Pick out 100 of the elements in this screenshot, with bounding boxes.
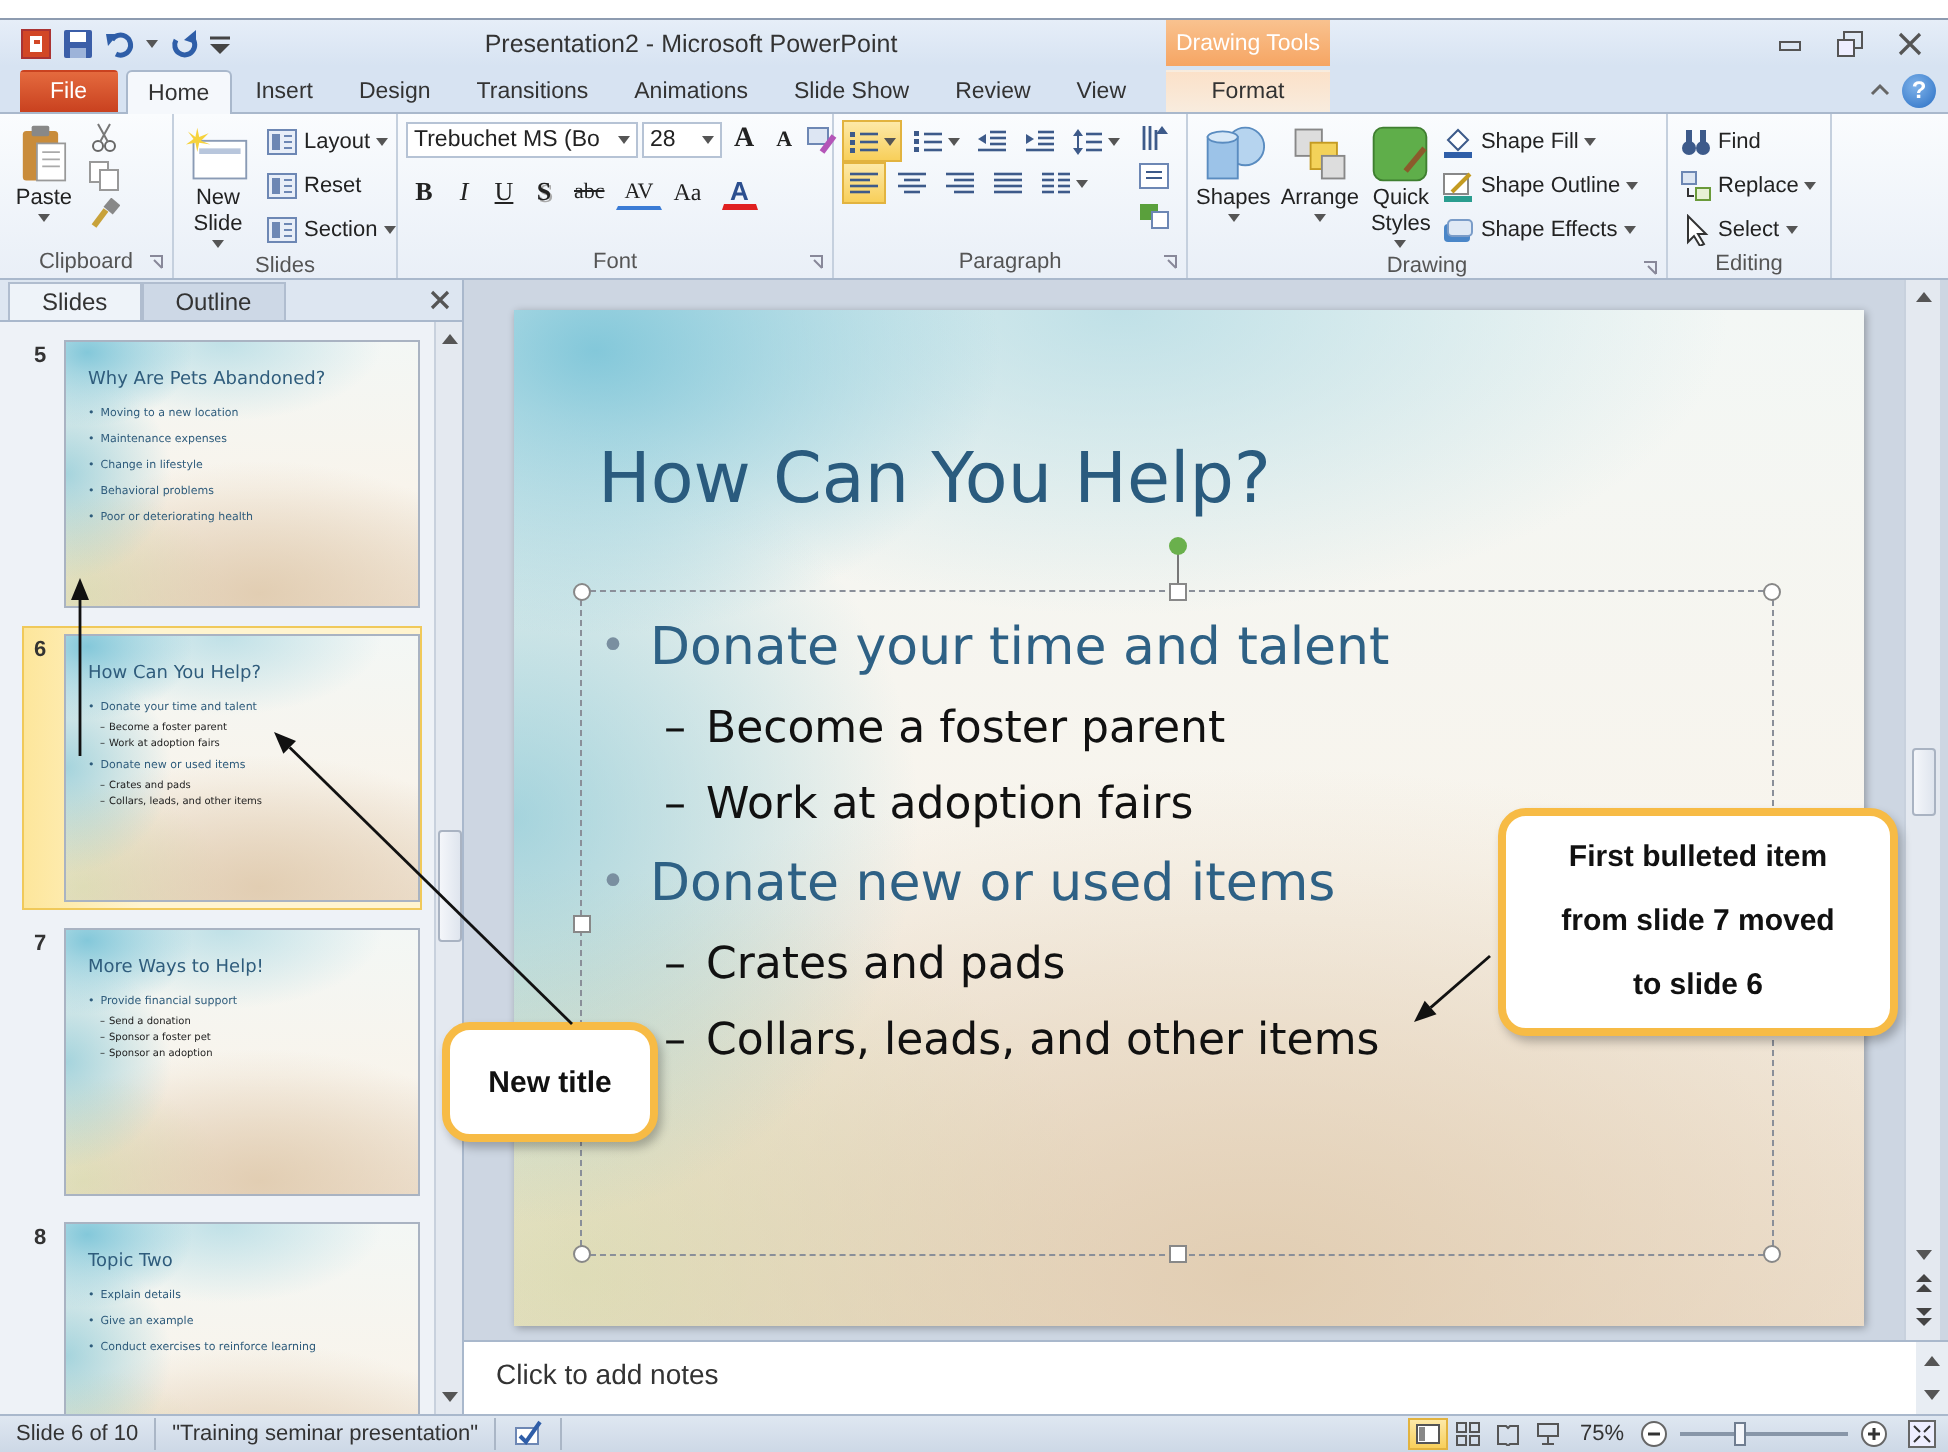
- zoom-in-icon[interactable]: [1860, 1420, 1888, 1448]
- undo-icon[interactable]: [104, 27, 136, 59]
- resize-handle[interactable]: [1168, 1245, 1186, 1263]
- save-icon[interactable]: [62, 27, 94, 59]
- scroll-up-icon[interactable]: [1924, 1356, 1940, 1366]
- shape-outline-button[interactable]: Shape Outline: [1438, 166, 1643, 204]
- shapes-icon: [1201, 124, 1266, 184]
- resize-handle[interactable]: [573, 914, 591, 932]
- scroll-up-icon[interactable]: [1915, 292, 1931, 302]
- quick-styles-button[interactable]: Quick Styles: [1364, 120, 1437, 252]
- spell-check-icon[interactable]: [512, 1418, 545, 1450]
- ribbon-tab[interactable]: File: [20, 70, 118, 112]
- layout-button[interactable]: Layout: [262, 122, 393, 160]
- resize-handle[interactable]: [1763, 583, 1781, 601]
- scrollbar[interactable]: [434, 322, 462, 1414]
- arrow: [1414, 954, 1491, 1022]
- format-button[interactable]: B: [406, 172, 442, 212]
- scroll-thumb[interactable]: [437, 830, 461, 942]
- ribbon-tab[interactable]: View: [1053, 70, 1149, 112]
- rotation-handle[interactable]: [1167, 536, 1187, 584]
- caret-icon[interactable]: [146, 39, 158, 47]
- format-button[interactable]: S: [526, 172, 562, 212]
- ribbon-tab[interactable]: Animations: [611, 70, 772, 112]
- align-left-button[interactable]: [842, 162, 886, 204]
- shape-effects-button[interactable]: Shape Effects: [1438, 210, 1640, 248]
- slide-number: 8: [32, 1224, 49, 1250]
- dialog-launcher-icon[interactable]: [1642, 260, 1658, 276]
- scrollbar[interactable]: [1904, 280, 1940, 1340]
- contextual-tab-header: Drawing Tools: [1166, 20, 1330, 66]
- reset-button[interactable]: Reset: [262, 166, 366, 204]
- theme-name: "Training seminar presentation": [156, 1418, 497, 1450]
- arrange-button[interactable]: Arrange: [1276, 120, 1363, 226]
- font-size-button[interactable]: A: [726, 120, 763, 160]
- find-button[interactable]: Find: [1676, 122, 1765, 160]
- ribbon-tab[interactable]: Slide Show: [771, 70, 933, 112]
- fit-slide-icon[interactable]: [1908, 1420, 1936, 1448]
- zoom-slider-thumb[interactable]: [1734, 1422, 1747, 1446]
- ribbon-tab[interactable]: Format: [1166, 70, 1330, 112]
- align-center-icon: [896, 169, 928, 197]
- ribbon-tab[interactable]: Home: [125, 70, 233, 114]
- dialog-launcher-icon[interactable]: [808, 254, 824, 270]
- notes-pane[interactable]: Click to add notes: [464, 1340, 1948, 1414]
- zoom-percentage[interactable]: 75%: [1567, 1422, 1640, 1446]
- reading-view-icon: [1495, 1422, 1520, 1446]
- select-button[interactable]: Select: [1676, 210, 1802, 248]
- section-icon: [266, 213, 298, 245]
- align-text-icon[interactable]: [1138, 160, 1170, 192]
- app-icon[interactable]: [20, 27, 52, 59]
- scroll-thumb[interactable]: [1911, 748, 1935, 816]
- scroll-down-icon[interactable]: [1915, 1250, 1931, 1260]
- dialog-launcher-icon[interactable]: [148, 254, 164, 270]
- format-button[interactable]: Aa: [665, 172, 710, 212]
- font-name-field[interactable]: Trebuchet MS (Bo: [406, 122, 638, 158]
- ribbon-tab[interactable]: Transitions: [453, 70, 612, 112]
- shape-fill-button[interactable]: Shape Fill: [1438, 122, 1601, 160]
- scroll-down-icon[interactable]: [441, 1392, 457, 1402]
- resize-handle[interactable]: [573, 1245, 591, 1263]
- bullets-button[interactable]: [842, 120, 902, 162]
- resize-handle[interactable]: [573, 583, 591, 601]
- section-button[interactable]: Section: [262, 210, 400, 248]
- redo-icon[interactable]: [168, 27, 200, 59]
- format-button[interactable]: I: [446, 172, 482, 212]
- format-button[interactable]: abc: [566, 172, 613, 212]
- caret-icon: [212, 240, 224, 248]
- resize-handle[interactable]: [1168, 583, 1186, 601]
- format-painter-icon[interactable]: [88, 198, 120, 230]
- new-slide-button[interactable]: New Slide: [182, 120, 254, 252]
- smartart-icon[interactable]: [1138, 198, 1170, 230]
- collapse-ribbon-icon[interactable]: [1870, 80, 1890, 100]
- close-icon[interactable]: [430, 290, 450, 310]
- ribbon-tab[interactable]: Design: [335, 70, 454, 112]
- close-icon[interactable]: [1896, 29, 1924, 57]
- customize-menu-icon[interactable]: [210, 33, 230, 53]
- ribbon-tab[interactable]: Review: [932, 70, 1054, 112]
- scissors-icon[interactable]: [88, 122, 120, 154]
- zoom-out-icon[interactable]: [1640, 1420, 1668, 1448]
- slide-title[interactable]: How Can You Help?: [598, 434, 1271, 526]
- justify-icon: [992, 169, 1024, 197]
- normal-view-button[interactable]: [1407, 1418, 1448, 1450]
- ribbon-tab[interactable]: Insert: [232, 70, 336, 112]
- panel-tab[interactable]: Slides: [8, 282, 142, 320]
- paste-button[interactable]: Paste: [8, 120, 80, 226]
- clear-formatting-icon[interactable]: [806, 124, 839, 156]
- format-button[interactable]: AV: [616, 174, 662, 210]
- shapes-button[interactable]: Shapes: [1192, 120, 1275, 226]
- format-button[interactable]: U: [486, 172, 522, 212]
- font-size-button[interactable]: A: [766, 120, 803, 160]
- text-direction-icon[interactable]: [1138, 122, 1170, 154]
- resize-handle[interactable]: [1763, 1245, 1781, 1263]
- previous-slide-icon[interactable]: [1915, 1274, 1931, 1292]
- replace-button[interactable]: Replace: [1676, 166, 1821, 204]
- font-size-field[interactable]: 28: [642, 122, 722, 158]
- restore-icon[interactable]: [1836, 29, 1864, 57]
- scroll-down-icon[interactable]: [1924, 1390, 1940, 1400]
- format-button[interactable]: A: [721, 174, 758, 210]
- dialog-launcher-icon[interactable]: [1162, 254, 1178, 270]
- scroll-up-icon[interactable]: [441, 334, 457, 344]
- next-slide-icon[interactable]: [1915, 1308, 1931, 1326]
- panel-tab[interactable]: Outline: [141, 282, 286, 320]
- copy-icon[interactable]: [88, 160, 120, 192]
